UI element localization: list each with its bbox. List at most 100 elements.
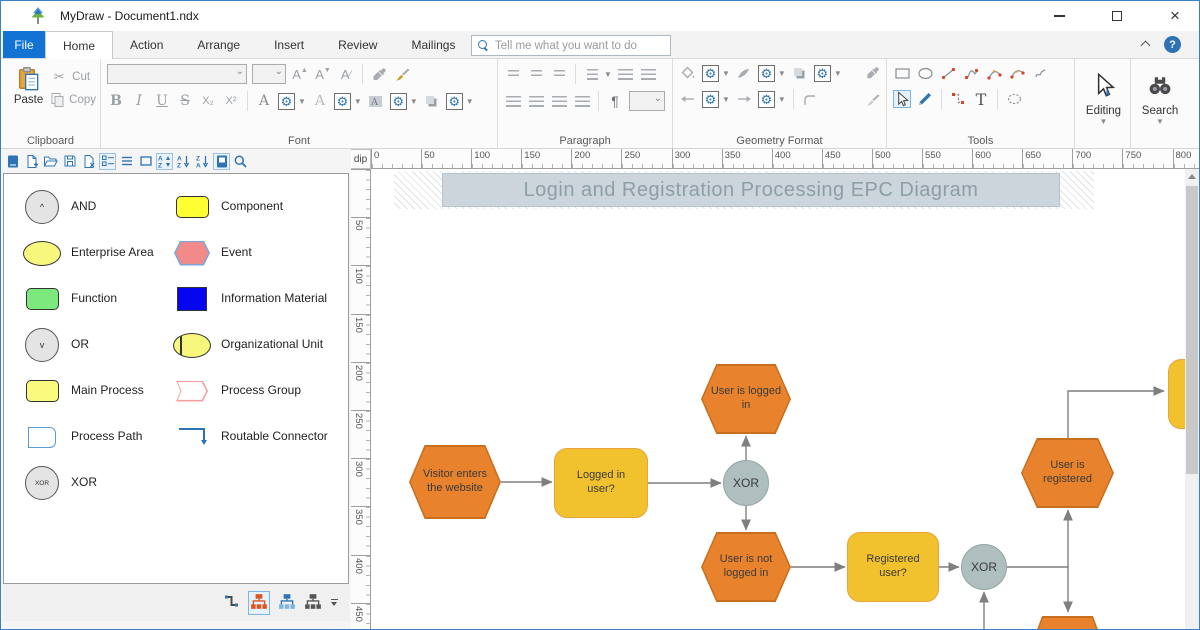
shrink-font-button[interactable]: A▼	[314, 65, 332, 83]
minimize-button[interactable]	[1047, 4, 1071, 28]
increase-indent-button[interactable]	[617, 65, 635, 83]
tell-me-search-input[interactable]	[495, 40, 664, 52]
align-center-button[interactable]	[527, 92, 545, 110]
library-item-xor[interactable]: XORXOR	[22, 460, 172, 506]
strikethrough-button[interactable]: S	[176, 92, 194, 110]
curve-tool[interactable]	[1008, 64, 1026, 82]
library-book-button[interactable]	[4, 153, 21, 170]
line-tool[interactable]	[939, 64, 957, 82]
details-view-button[interactable]	[99, 153, 116, 170]
ribbon-group-editing[interactable]: Editing ▼	[1075, 59, 1131, 148]
diagram-connector[interactable]	[1068, 391, 1164, 438]
shape-shadow-dropdown[interactable]: ▼	[834, 69, 842, 78]
format-brush-button[interactable]	[393, 65, 411, 83]
stroke-dropdown[interactable]: ▼	[778, 69, 786, 78]
diagram-connector[interactable]	[1007, 567, 1068, 612]
vertical-scrollbar[interactable]	[1185, 169, 1199, 629]
sort-toggle-button[interactable]: AZ	[156, 153, 173, 170]
subscript-button[interactable]: X₂	[199, 92, 217, 110]
library-item-component[interactable]: Component	[172, 184, 348, 230]
pointer-tool[interactable]	[893, 90, 911, 108]
maximize-button[interactable]	[1105, 4, 1129, 28]
diagram-node-user-registered[interactable]: User is registered	[1021, 438, 1114, 508]
new-library-button[interactable]	[23, 153, 40, 170]
font-size-combo[interactable]	[252, 64, 286, 84]
text-stroke-dropdown[interactable]: ▼	[354, 97, 362, 106]
fill-settings-button[interactable]: ⚙	[702, 65, 719, 82]
superscript-button[interactable]: X²	[222, 92, 240, 110]
tab-arrange[interactable]: Arrange	[180, 31, 257, 58]
align-right-button[interactable]	[550, 92, 568, 110]
save-library-button[interactable]	[61, 153, 78, 170]
library-item-and[interactable]: ^AND	[22, 184, 172, 230]
text-shadow-settings-button[interactable]: ⚙	[446, 93, 463, 110]
library-item-organizational-unit[interactable]: Organizational Unit	[172, 322, 348, 368]
align-top-button[interactable]	[504, 65, 522, 83]
justify-button[interactable]	[573, 92, 591, 110]
library-item-information-material[interactable]: Information Material	[172, 276, 348, 322]
tab-review[interactable]: Review	[321, 31, 394, 58]
tab-file[interactable]: File	[3, 31, 45, 58]
close-library-button[interactable]	[80, 153, 97, 170]
layout-options-dropdown[interactable]	[330, 598, 339, 608]
end-arrowhead-dropdown[interactable]: ▼	[778, 95, 786, 104]
library-item-function[interactable]: Function	[22, 276, 172, 322]
copy-button[interactable]: Copy	[50, 92, 96, 107]
diagram-node-visitor-enters[interactable]: Visitor enters the website	[409, 445, 501, 519]
drawing-canvas[interactable]: Login and Registration Processing EPC Di…	[371, 169, 1185, 629]
stroke-settings-button[interactable]: ⚙	[758, 65, 775, 82]
diagram-node-registered-user[interactable]: Registered user?	[847, 532, 939, 602]
connector-tool[interactable]	[949, 90, 967, 108]
tab-mailings[interactable]: Mailings	[394, 31, 472, 58]
orgchart-layout-button-blue[interactable]	[278, 593, 296, 613]
arc-tool[interactable]	[985, 64, 1003, 82]
diagram-node-user-not-logged-in[interactable]: User is not logged in	[701, 532, 791, 602]
cut-button[interactable]: ✂ Cut	[50, 68, 96, 86]
decrease-indent-button[interactable]	[640, 65, 658, 83]
paste-button[interactable]: Paste	[7, 64, 50, 107]
align-bottom-button[interactable]	[550, 65, 568, 83]
paragraph-mark-button[interactable]: ¶	[606, 92, 624, 110]
editing-dropdown[interactable]: ▼	[1100, 117, 1108, 126]
begin-arrowhead-dropdown[interactable]: ▼	[722, 95, 730, 104]
text-tool[interactable]: T	[972, 90, 990, 108]
text-fill-dropdown[interactable]: ▼	[298, 97, 306, 106]
library-item-enterprise-area[interactable]: Enterprise Area	[22, 230, 172, 276]
line-spacing-combo[interactable]	[629, 91, 665, 111]
tab-action[interactable]: Action	[113, 31, 180, 58]
bullet-list-button[interactable]	[583, 65, 601, 83]
text-shadow-dropdown[interactable]: ▼	[466, 97, 474, 106]
bold-button[interactable]: B	[107, 92, 125, 110]
diagram-node-user-logged-in[interactable]: User is logged in	[701, 364, 791, 434]
text-fill-settings-button[interactable]: ⚙	[278, 93, 295, 110]
fill-dropdown[interactable]: ▼	[722, 69, 730, 78]
orgchart-layout-button-active[interactable]	[248, 591, 270, 615]
end-arrowhead-settings-button[interactable]: ⚙	[758, 91, 775, 108]
align-middle-button[interactable]	[527, 65, 545, 83]
freehand-tool[interactable]	[1031, 64, 1049, 82]
library-item-event[interactable]: Event	[172, 230, 348, 276]
sort-za-button[interactable]: ZA	[194, 153, 211, 170]
scroll-up-arrow[interactable]	[1185, 169, 1199, 184]
clear-formatting-button[interactable]: A⁄	[337, 65, 355, 83]
font-name-combo[interactable]	[107, 64, 247, 84]
library-item-process-path[interactable]: Process Path	[22, 414, 172, 460]
diagram-node-xor-2[interactable]: XOR	[961, 544, 1007, 590]
lasso-tool[interactable]	[1005, 90, 1023, 108]
library-catalog-button[interactable]	[213, 153, 230, 170]
collapse-ribbon-icon[interactable]	[1141, 40, 1151, 48]
align-left-button[interactable]	[504, 92, 522, 110]
diagram-node-logged-in-user[interactable]: Logged in user?	[554, 448, 648, 518]
sort-az-button[interactable]: AZ	[175, 153, 192, 170]
pencil-tool[interactable]	[916, 90, 934, 108]
grow-font-button[interactable]: A▲	[291, 65, 309, 83]
text-highlight-settings-button[interactable]: ⚙	[390, 93, 407, 110]
geometry-eyedropper-button[interactable]	[864, 64, 882, 82]
geometry-brush-button[interactable]	[864, 91, 882, 109]
rectangle-tool[interactable]	[893, 64, 911, 82]
library-item-routable-connector[interactable]: Routable Connector	[172, 414, 348, 460]
tab-insert[interactable]: Insert	[257, 31, 321, 58]
ribbon-group-search[interactable]: Search ▼	[1131, 59, 1187, 148]
search-dropdown[interactable]: ▼	[1156, 117, 1164, 126]
open-library-button[interactable]	[42, 153, 59, 170]
